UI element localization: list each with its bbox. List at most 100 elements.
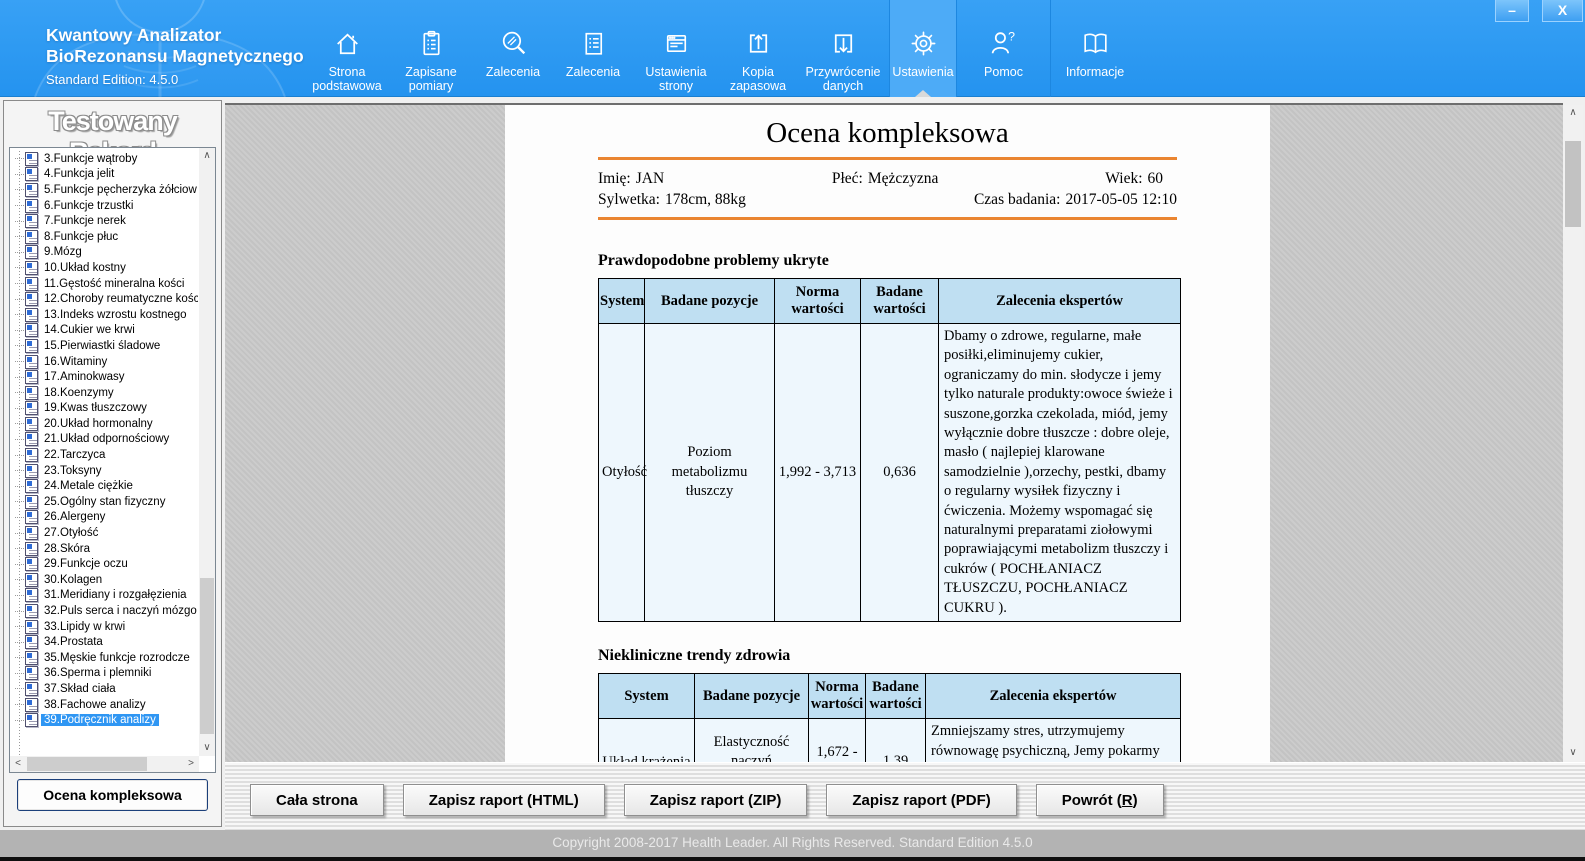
col-system: System: [599, 674, 695, 719]
tree-item[interactable]: 18.Koenzymy: [12, 385, 198, 401]
record-tree-list: 3.Funkcje wątroby4.Funkcja jelit5.Funkcj…: [12, 151, 198, 755]
toolbar-informacje[interactable]: Informacje: [1051, 0, 1139, 97]
tree-item-label: 16.Witaminy: [41, 356, 110, 368]
ocena-kompleksowa-button[interactable]: Ocena kompleksowa: [17, 779, 208, 811]
tree-item-label: 22.Tarczyca: [41, 449, 108, 461]
col-badane-pozycje: Badane pozycje: [695, 674, 809, 719]
tree-item[interactable]: 36.Sperma i plemniki: [12, 666, 198, 682]
toolbar-strona-podstawowa[interactable]: Strona podstawowa: [305, 0, 389, 97]
tree-item[interactable]: 24.Metale ciężkie: [12, 478, 198, 494]
tree-item[interactable]: 33.Lipidy w krwi: [12, 619, 198, 635]
cala-strona-button[interactable]: Cała strona: [250, 784, 384, 816]
tree-item[interactable]: 23.Toksyny: [12, 463, 198, 479]
toolbar-ustawienia-strony[interactable]: Ustawienia strony: [633, 0, 719, 97]
zapisz-raport-html-button[interactable]: Zapisz raport (HTML): [403, 784, 605, 816]
tree-item[interactable]: 19.Kwas tłuszczowy: [12, 401, 198, 417]
document-icon: [25, 199, 38, 213]
tree-item[interactable]: 29.Funkcje oczu: [12, 556, 198, 572]
tree-item[interactable]: 22.Tarczyca: [12, 447, 198, 463]
tree-item[interactable]: 30.Kolagen: [12, 572, 198, 588]
tree-item[interactable]: 31.Meridiany i rozgałęzienia: [12, 588, 198, 604]
tree-horizontal-scrollbar[interactable]: < >: [10, 756, 199, 772]
tree-item[interactable]: 20.Układ hormonalny: [12, 416, 198, 432]
toolbar-rozpocznij-pomiar[interactable]: Zalecenia: [473, 0, 553, 97]
tree-item-label: 17.Aminokwasy: [41, 371, 128, 383]
toolbar-label: Pomoc: [957, 65, 1050, 79]
tree-item[interactable]: 32.Puls serca i naczyń mózgo: [12, 603, 198, 619]
chevron-left-icon[interactable]: <: [10, 756, 26, 772]
tree-item-label: 30.Kolagen: [41, 574, 105, 586]
chevron-down-icon[interactable]: ∨: [1563, 745, 1583, 761]
tree-connector: [15, 611, 24, 612]
tree-item[interactable]: 38.Fachowe analizy: [12, 697, 198, 713]
document-icon: [25, 448, 38, 462]
close-button[interactable]: X: [1542, 0, 1583, 22]
document-icon: [25, 339, 38, 353]
tree-item-label: 37.Skład ciała: [41, 683, 119, 695]
tree-item[interactable]: 21.Układ odpornościowy: [12, 432, 198, 448]
tree-item[interactable]: 10.Układ kostny: [12, 260, 198, 276]
toolbar-kopia-zapasowa[interactable]: Kopia zapasowa: [719, 0, 797, 97]
tree-item[interactable]: 8.Funkcje płuc: [12, 229, 198, 245]
toolbar-zalecenia[interactable]: Zalecenia: [553, 0, 633, 97]
magnifier-icon: [497, 27, 530, 60]
tree-connector: [15, 423, 24, 424]
tree-vertical-scrollbar[interactable]: ∧ ∨: [199, 148, 215, 756]
chevron-up-icon[interactable]: ∧: [199, 148, 215, 164]
chevron-down-icon[interactable]: ∨: [199, 740, 215, 756]
scrollbar-thumb[interactable]: [1565, 141, 1581, 227]
copyright-text: Copyright 2008-2017 Health Leader. All R…: [552, 835, 1032, 850]
document-icon: [25, 183, 38, 197]
document-icon: [25, 245, 38, 259]
tree-item-label: 29.Funkcje oczu: [41, 558, 131, 570]
chevron-up-icon[interactable]: ∧: [1563, 105, 1583, 121]
document-icon: [25, 308, 38, 322]
tree-item[interactable]: 15.Pierwiastki śladowe: [12, 338, 198, 354]
tree-item[interactable]: 7.Funkcje nerek: [12, 213, 198, 229]
tree-item[interactable]: 4.Funkcja jelit: [12, 167, 198, 183]
powrot-button[interactable]: Powrót (R): [1036, 784, 1164, 816]
chevron-right-icon[interactable]: >: [183, 756, 199, 772]
toolbar-przywrocenie-danych[interactable]: Przywrócenie danych: [797, 0, 889, 97]
zapisz-raport-zip-button[interactable]: Zapisz raport (ZIP): [624, 784, 808, 816]
tree-item[interactable]: 26.Alergeny: [12, 510, 198, 526]
tree-item[interactable]: 6.Funkcje trzustki: [12, 198, 198, 214]
tree-item[interactable]: 17.Aminokwasy: [12, 369, 198, 385]
minimize-button[interactable]: –: [1495, 0, 1529, 22]
tree-item[interactable]: 34.Prostata: [12, 634, 198, 650]
tree-item[interactable]: 13.Indeks wzrostu kostnego: [12, 307, 198, 323]
tree-connector: [15, 626, 24, 627]
tree-item[interactable]: 27.Otyłość: [12, 525, 198, 541]
tree-item[interactable]: 12.Choroby reumatyczne kośc: [12, 291, 198, 307]
tree-connector: [15, 548, 24, 549]
toolbar-zapisane-pomiary[interactable]: Zapisane pomiary: [389, 0, 473, 97]
scrollbar-thumb[interactable]: [27, 757, 147, 771]
col-zalecenia: Zalecenia ekspertów: [939, 279, 1181, 324]
document-icon: [25, 370, 38, 384]
tree-item[interactable]: 35.Męskie funkcje rozrodcze: [12, 650, 198, 666]
toolbar-pomoc[interactable]: ? Pomoc: [957, 0, 1051, 97]
zapisz-raport-pdf-button[interactable]: Zapisz raport (PDF): [826, 784, 1016, 816]
home-icon: [331, 27, 364, 60]
tree-item[interactable]: 39.Podręcznik analizy: [12, 712, 198, 728]
tree-connector: [15, 657, 24, 658]
tree-item[interactable]: 14.Cukier we krwi: [12, 323, 198, 339]
tree-item[interactable]: 9.Mózg: [12, 245, 198, 261]
scrollbar-thumb[interactable]: [200, 578, 214, 734]
col-system: System: [599, 279, 645, 324]
report-vertical-scrollbar[interactable]: ∧ ∨: [1563, 105, 1583, 761]
tree-item[interactable]: 37.Skład ciała: [12, 681, 198, 697]
toolbar-ustawienia[interactable]: Ustawienia: [889, 0, 957, 97]
tree-connector: [15, 174, 24, 175]
window-controls: – X: [1495, 0, 1583, 22]
tree-item[interactable]: 11.Gęstość mineralna kości: [12, 276, 198, 292]
cell-system: Otyłość: [599, 324, 645, 622]
tree-item-label: 36.Sperma i plemniki: [41, 667, 154, 679]
tree-item[interactable]: 5.Funkcje pęcherzyka żółciow: [12, 182, 198, 198]
col-badane-wartosci: Badane wartości: [861, 279, 939, 324]
tree-item[interactable]: 16.Witaminy: [12, 354, 198, 370]
tree-item-label: 27.Otyłość: [41, 527, 101, 539]
tree-item[interactable]: 25.Ogólny stan fizyczny: [12, 494, 198, 510]
tree-item[interactable]: 3.Funkcje wątroby: [12, 151, 198, 167]
tree-item[interactable]: 28.Skóra: [12, 541, 198, 557]
